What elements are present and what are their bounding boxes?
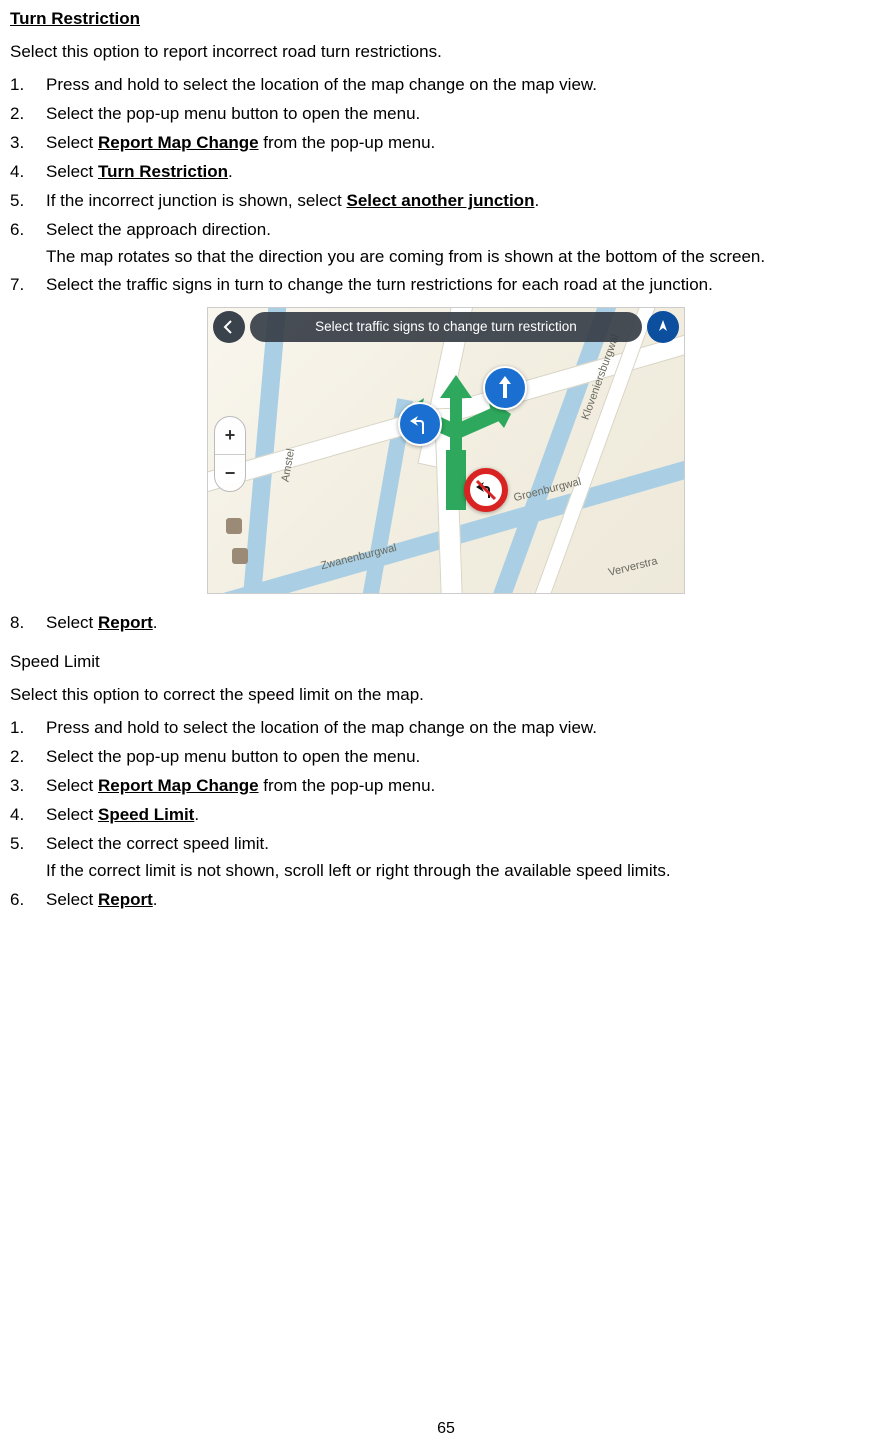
step-text: Select the correct speed limit. <box>46 834 269 853</box>
list-item: 3. Select Report Map Change from the pop… <box>10 132 882 155</box>
step-bold: Report <box>98 890 153 909</box>
steps-list-1-after: 8. Select Report. <box>10 612 882 635</box>
step-subtext: The map rotates so that the direction yo… <box>46 246 882 269</box>
step-text: If the incorrect junction is shown, sele… <box>46 191 346 210</box>
step-number: 5. <box>10 190 46 213</box>
page-number: 65 <box>0 1418 892 1440</box>
step-number: 8. <box>10 612 46 635</box>
compass-icon <box>655 319 671 335</box>
step-number: 3. <box>10 132 46 155</box>
list-item: 5. Select the correct speed limit. If th… <box>10 833 882 883</box>
step-text: from the pop-up menu. <box>259 776 436 795</box>
step-text: Select the approach direction. <box>46 220 271 239</box>
section-intro: Select this option to report incorrect r… <box>10 41 882 64</box>
step-text: Press and hold to select the location of… <box>46 718 597 737</box>
step-number: 5. <box>10 833 46 883</box>
step-number: 1. <box>10 74 46 97</box>
step-text: Press and hold to select the location of… <box>46 75 597 94</box>
step-text: . <box>153 890 158 909</box>
poi-icon <box>226 518 242 534</box>
step-text: Select the pop-up menu button to open th… <box>46 104 420 123</box>
step-bold: Report Map Change <box>98 776 259 795</box>
steps-list-1: 1. Press and hold to select the location… <box>10 74 882 298</box>
back-arrow-icon <box>221 319 237 335</box>
step-text: . <box>153 613 158 632</box>
section-title-turn-restriction: Turn Restriction <box>10 8 882 31</box>
zoom-in-button[interactable]: + <box>215 417 245 455</box>
step-bold: Report <box>98 613 153 632</box>
step-text: from the pop-up menu. <box>259 133 436 152</box>
section-intro: Select this option to correct the speed … <box>10 684 882 707</box>
traffic-sign-straight[interactable] <box>483 366 527 410</box>
step-text: Select the pop-up menu button to open th… <box>46 747 420 766</box>
step-text: Select <box>46 890 98 909</box>
list-item: 2. Select the pop-up menu button to open… <box>10 103 882 126</box>
step-bold: Turn Restriction <box>98 162 228 181</box>
step-number: 3. <box>10 775 46 798</box>
list-item: 5. If the incorrect junction is shown, s… <box>10 190 882 213</box>
step-text: Select <box>46 613 98 632</box>
step-number: 6. <box>10 219 46 269</box>
step-number: 2. <box>10 746 46 769</box>
step-text: . <box>228 162 233 181</box>
step-number: 2. <box>10 103 46 126</box>
list-item: 1. Press and hold to select the location… <box>10 74 882 97</box>
step-number: 4. <box>10 804 46 827</box>
step-number: 1. <box>10 717 46 740</box>
step-text: . <box>194 805 199 824</box>
back-button[interactable] <box>213 311 245 343</box>
map-view[interactable]: Amstel Kloveniersburgwal Groenburgwal Zw… <box>207 307 685 594</box>
step-text: Select <box>46 162 98 181</box>
poi-icon <box>232 548 248 564</box>
list-item: 4. Select Speed Limit. <box>10 804 882 827</box>
step-number: 6. <box>10 889 46 912</box>
step-bold: Speed Limit <box>98 805 194 824</box>
step-bold: Select another junction <box>346 191 534 210</box>
step-subtext: If the correct limit is not shown, scrol… <box>46 860 882 883</box>
step-text: Select <box>46 805 98 824</box>
list-item: 4. Select Turn Restriction. <box>10 161 882 184</box>
zoom-out-button[interactable]: − <box>215 455 245 492</box>
step-text: . <box>534 191 539 210</box>
list-item: 6. Select Report. <box>10 889 882 912</box>
section-title-speed-limit: Speed Limit <box>10 651 882 674</box>
step-text: Select the traffic signs in turn to chan… <box>46 275 713 294</box>
list-item: 8. Select Report. <box>10 612 882 635</box>
step-bold: Report Map Change <box>98 133 259 152</box>
road-label-ververs: Ververstra <box>607 555 659 582</box>
step-text: Select <box>46 776 98 795</box>
map-figure: Amstel Kloveniersburgwal Groenburgwal Zw… <box>10 307 882 594</box>
step-text: Select <box>46 133 98 152</box>
step-number: 7. <box>10 274 46 297</box>
zoom-control: + − <box>214 416 246 492</box>
list-item: 6. Select the approach direction. The ma… <box>10 219 882 269</box>
step-number: 4. <box>10 161 46 184</box>
list-item: 7. Select the traffic signs in turn to c… <box>10 274 882 297</box>
list-item: 1. Press and hold to select the location… <box>10 717 882 740</box>
map-instruction-bar: Select traffic signs to change turn rest… <box>250 312 642 342</box>
steps-list-2: 1. Press and hold to select the location… <box>10 717 882 912</box>
list-item: 3. Select Report Map Change from the pop… <box>10 775 882 798</box>
list-item: 2. Select the pop-up menu button to open… <box>10 746 882 769</box>
